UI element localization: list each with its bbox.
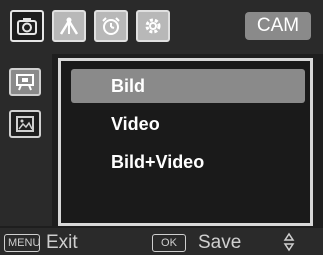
menu-item-bild-video[interactable]: Bild+Video <box>71 145 305 179</box>
gear-icon <box>145 18 161 34</box>
sidebar-item-image-mode[interactable] <box>9 110 41 138</box>
save-label: Save <box>198 232 242 253</box>
top-tab-bar: CAM <box>0 0 323 54</box>
tab-settings[interactable] <box>136 10 170 42</box>
camera-settings-screen: CAM Bild Video Bild+Video MENU Exit OK S <box>0 0 323 255</box>
tab-alarm[interactable] <box>94 10 128 42</box>
image-icon <box>16 116 34 132</box>
video-camera-icon <box>16 74 34 91</box>
sidebar-item-video-mode[interactable] <box>9 68 41 96</box>
tools-icon <box>59 17 79 35</box>
menu-item-video[interactable]: Video <box>71 107 305 141</box>
menu-item-bild[interactable]: Bild <box>71 69 305 103</box>
exit-label: Exit <box>46 232 78 253</box>
ok-key[interactable]: OK <box>152 234 186 252</box>
alarm-clock-icon <box>102 17 120 35</box>
sidebar <box>0 54 52 226</box>
bottom-hint-bar: MENU Exit OK Save <box>0 228 323 255</box>
capture-mode-menu: Bild Video Bild+Video <box>58 58 313 226</box>
mode-badge: CAM <box>245 12 311 40</box>
menu-key[interactable]: MENU <box>4 234 40 252</box>
tab-camera[interactable] <box>10 10 44 42</box>
tab-tools[interactable] <box>52 10 86 42</box>
up-down-arrows-icon <box>283 232 295 252</box>
camera-icon <box>17 18 37 35</box>
